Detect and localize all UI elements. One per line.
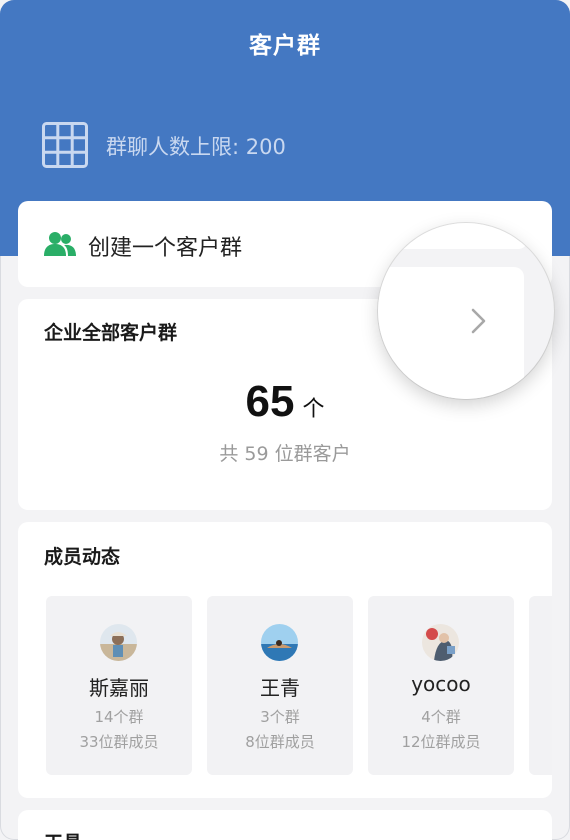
member-activity-title: 成员动态 bbox=[44, 546, 121, 568]
avatar bbox=[422, 624, 459, 661]
member-member-count: 12位群成员 bbox=[401, 733, 481, 751]
tools-title: 工具 bbox=[44, 828, 82, 840]
app-frame: 客户群 群聊人数上限: 200 创建一个客户群 企业全部客户群 65 个 共 59… bbox=[0, 0, 570, 840]
page-title: 客户群 bbox=[249, 33, 321, 59]
group-customer-total: 共 59 位群客户 bbox=[219, 443, 351, 465]
member-group-count: 4个群 bbox=[421, 708, 461, 726]
chevron-right-icon[interactable] bbox=[470, 307, 488, 335]
group-count-unit: 个 bbox=[302, 397, 325, 422]
group-limit-text: 群聊人数上限: 200 bbox=[106, 135, 286, 159]
magnified-create-card bbox=[378, 223, 528, 249]
member-name: 斯嘉丽 bbox=[89, 676, 149, 700]
member-name: yocoo bbox=[411, 672, 471, 696]
member-card-partial[interactable] bbox=[529, 596, 552, 775]
member-group-count: 14个群 bbox=[94, 708, 144, 726]
member-card[interactable]: 王青 3个群 8位群成员 bbox=[207, 596, 353, 775]
member-member-count: 8位群成员 bbox=[245, 733, 315, 751]
tools-card: 工具 bbox=[18, 810, 552, 840]
users-icon bbox=[44, 232, 76, 256]
avatar bbox=[261, 624, 298, 661]
group-count: 65 bbox=[245, 377, 295, 426]
member-group-count: 3个群 bbox=[260, 708, 300, 726]
all-groups-title: 企业全部客户群 bbox=[44, 322, 178, 344]
member-card[interactable]: yocoo 4个群 12位群成员 bbox=[368, 596, 514, 775]
avatar bbox=[100, 624, 137, 661]
member-member-count: 33位群成员 bbox=[79, 733, 159, 751]
grid-icon bbox=[42, 122, 88, 168]
member-name: 王青 bbox=[260, 676, 300, 700]
magnifier-lens bbox=[378, 223, 554, 399]
create-group-label: 创建一个客户群 bbox=[88, 236, 243, 261]
member-card[interactable]: 斯嘉丽 14个群 33位群成员 bbox=[46, 596, 192, 775]
magnified-all-groups-card bbox=[378, 267, 524, 399]
member-activity-card: 成员动态 斯嘉丽 14个群 33位群成员 王青 3个群 8位群成员 yocoo … bbox=[18, 522, 552, 798]
